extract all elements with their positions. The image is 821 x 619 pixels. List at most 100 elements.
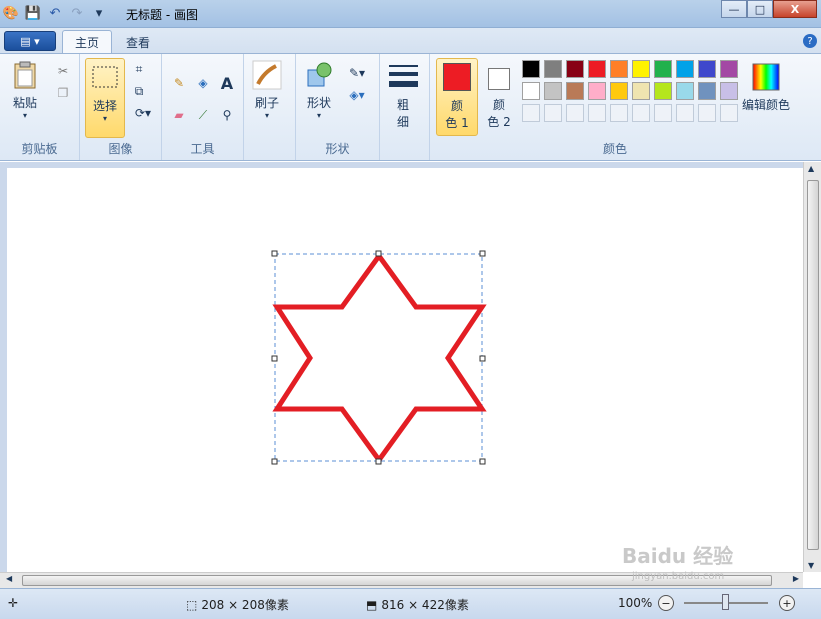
palette-color-cell[interactable] (544, 82, 562, 100)
tools-group-label: 工具 (190, 142, 215, 156)
select-button[interactable]: 选择 ▾ (85, 58, 125, 138)
palette-color-cell[interactable] (610, 82, 628, 100)
palette-color-cell[interactable] (610, 104, 628, 122)
outline-icon[interactable]: ✎▾ (344, 64, 370, 82)
palette-color-cell[interactable] (676, 104, 694, 122)
rotate-icon[interactable]: ⟳▾ (130, 104, 156, 122)
shapes-button[interactable]: 形状 ▾ (304, 60, 334, 120)
palette-color-cell[interactable] (544, 104, 562, 122)
selection-size-item: ⬚ 208 × 208像素 (186, 596, 289, 613)
color2-label-b: 色 2 (487, 115, 511, 129)
pencil-icon[interactable]: ✎ (170, 74, 188, 92)
palette-color-cell[interactable] (632, 82, 650, 100)
chevron-down-icon: ▾ (102, 114, 107, 123)
vertical-scroll-thumb[interactable] (807, 180, 819, 550)
palette-color-cell[interactable] (522, 104, 540, 122)
palette-color-cell[interactable] (654, 104, 672, 122)
undo-icon[interactable]: ↶ (46, 4, 64, 22)
palette-color-cell[interactable] (566, 82, 584, 100)
magnifier-icon[interactable]: ⚲ (218, 106, 236, 124)
scroll-up-icon[interactable]: ▲ (808, 164, 814, 173)
text-tool-icon[interactable]: A (218, 74, 236, 93)
shape-fill-icon[interactable]: ◈▾ (344, 86, 370, 104)
palette-color-cell[interactable] (632, 60, 650, 78)
shapes-icon (307, 62, 332, 87)
brushes-button[interactable]: 刷子 ▾ (252, 60, 282, 120)
minimize-button[interactable]: — (721, 0, 747, 18)
palette-color-cell[interactable] (654, 60, 672, 78)
palette-color-cell[interactable] (654, 82, 672, 100)
crop-icon[interactable]: ⌗ (130, 60, 148, 78)
image-group-label: 图像 (108, 142, 133, 156)
palette-color-cell[interactable] (588, 60, 606, 78)
palette-color-cell[interactable] (720, 60, 738, 78)
palette-color-cell[interactable] (676, 82, 694, 100)
image-group: 选择 ▾ ⌗ ⧉ ⟳▾ 图像 (80, 54, 162, 160)
palette-color-cell[interactable] (676, 60, 694, 78)
palette-color-cell[interactable] (588, 82, 606, 100)
save-icon[interactable]: 💾 (24, 4, 42, 22)
cursor-position-icon: ✛ (8, 596, 19, 610)
copy-icon[interactable]: ❐ (54, 84, 72, 102)
brush-icon (252, 60, 282, 90)
color2-label-a: 颜 (492, 98, 505, 112)
size-button[interactable]: 粗 细 (388, 62, 418, 130)
redo-icon[interactable]: ↷ (68, 4, 86, 22)
palette-color-cell[interactable] (566, 104, 584, 122)
color1-label-b: 色 1 (445, 116, 469, 130)
brushes-label: 刷子 (254, 96, 279, 110)
palette-color-cell[interactable] (566, 60, 584, 78)
palette-color-cell[interactable] (720, 82, 738, 100)
clipboard-group-label: 剪贴板 (21, 142, 58, 156)
palette-color-cell[interactable] (698, 104, 716, 122)
zoom-slider-knob[interactable] (722, 594, 729, 610)
cut-icon[interactable]: ✂ (54, 62, 72, 80)
color1-label-a: 颜 (450, 99, 463, 113)
zoom-out-button[interactable]: − (658, 595, 674, 611)
zoom-in-button[interactable]: + (779, 595, 795, 611)
palette-color-cell[interactable] (588, 104, 606, 122)
maximize-button[interactable]: □ (747, 0, 773, 18)
palette-color-cell[interactable] (610, 60, 628, 78)
tab-view[interactable]: 查看 (114, 30, 162, 54)
paste-button[interactable]: 粘贴 ▾ (10, 60, 40, 120)
palette-color-cell[interactable] (698, 82, 716, 100)
canvas-size-icon: ⬒ (366, 597, 378, 612)
select-label: 选择 (92, 99, 117, 113)
watermark-main: Baidu 经验 (622, 544, 734, 568)
canvas-area: Baidu 经验 (0, 162, 803, 572)
scroll-right-icon[interactable]: ▶ (793, 574, 799, 583)
close-button[interactable]: X (773, 0, 817, 18)
palette-color-cell[interactable] (522, 60, 540, 78)
selection-handles[interactable] (271, 250, 486, 465)
palette-color-cell[interactable] (632, 104, 650, 122)
drawing-canvas[interactable] (7, 168, 803, 572)
six-pointed-star (272, 251, 487, 465)
tools-group: ✎ ◈ A ▰ ⟋ ⚲ 工具 (162, 54, 244, 160)
palette-color-cell[interactable] (522, 82, 540, 100)
color2-button[interactable]: 颜 色 2 (482, 62, 516, 130)
shapes-group: 形状 ▾ ✎▾ ◈▾ 形状 (296, 54, 380, 160)
scroll-down-icon[interactable]: ▼ (808, 561, 814, 570)
tab-home[interactable]: 主页 (62, 30, 113, 54)
palette-color-cell[interactable] (720, 104, 738, 122)
window-title: 无标题 - 画图 (126, 8, 198, 22)
paint-app-icon[interactable]: 🎨 (2, 4, 20, 22)
status-bar: ✛ ⬚ 208 × 208像素 ⬒ 816 × 422像素 100% − + jin… (0, 571, 821, 619)
fill-icon[interactable]: ◈ (194, 74, 212, 92)
edit-colors-button[interactable]: 编辑颜色 (742, 62, 790, 113)
help-icon[interactable]: ? (803, 34, 817, 48)
palette-color-cell[interactable] (544, 60, 562, 78)
canvas-size-item: ⬒ 816 × 422像素 (366, 596, 469, 613)
vertical-scrollbar[interactable]: ▲ ▼ (803, 162, 821, 572)
line-width-icon (389, 65, 418, 87)
dropdown-icon[interactable]: ▾ (90, 4, 108, 22)
colors-group: 颜 色 1 颜 色 2 编辑颜色 颜色 (430, 54, 800, 160)
scroll-left-icon[interactable]: ◀ (6, 574, 12, 583)
eraser-icon[interactable]: ▰ (170, 106, 188, 124)
file-menu-button[interactable]: ▤ ▾ (4, 31, 56, 51)
resize-icon[interactable]: ⧉ (130, 82, 148, 100)
color-picker-icon[interactable]: ⟋ (194, 106, 212, 124)
color1-button[interactable]: 颜 色 1 (436, 58, 478, 136)
palette-color-cell[interactable] (698, 60, 716, 78)
